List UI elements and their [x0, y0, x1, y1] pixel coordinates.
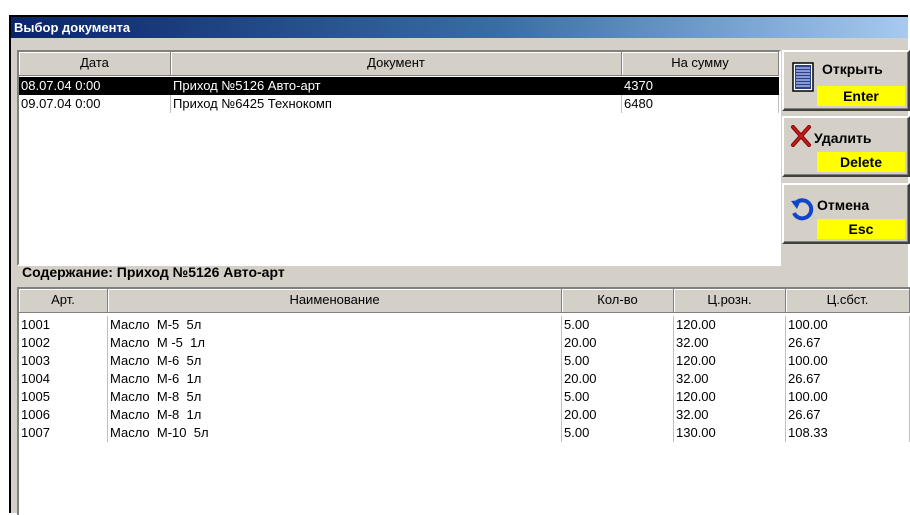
contents-header: Арт. Наименование Кол-во Ц.розн. Ц.сбст.	[19, 289, 910, 313]
cancel-button-label: Отмена	[817, 197, 870, 213]
documents-rows: 08.07.04 0:00 Приход №5126 Авто-арт 4370…	[19, 77, 779, 113]
item-art: 1007	[19, 424, 108, 442]
column-header-name[interactable]: Наименование	[108, 289, 562, 313]
item-retail: 32.00	[674, 370, 786, 388]
item-qty: 20.00	[562, 406, 674, 424]
item-qty: 5.00	[562, 352, 674, 370]
item-name: Масло М-6 5л	[108, 352, 562, 370]
item-cost: 26.67	[786, 406, 910, 424]
window-title: Выбор документа	[11, 17, 908, 38]
document-sum: 4370	[622, 77, 779, 95]
item-name: Масло М-5 5л	[108, 316, 562, 334]
open-button[interactable]: Открыть Enter	[782, 50, 910, 111]
item-retail: 120.00	[674, 388, 786, 406]
content-row[interactable]: 1003 Масло М-6 5л 5.00 120.00 100.00	[19, 352, 910, 370]
content-row[interactable]: 1006 Масло М-8 1л 20.00 32.00 26.67	[19, 406, 910, 424]
item-qty: 20.00	[562, 334, 674, 352]
item-name: Масло М-6 1л	[108, 370, 562, 388]
delete-button[interactable]: Удалить Delete	[782, 116, 910, 177]
delete-button-label: Удалить	[814, 130, 872, 146]
contents-label: Содержание: Приход №5126 Авто-арт	[22, 264, 285, 280]
item-art: 1002	[19, 334, 108, 352]
item-retail: 130.00	[674, 424, 786, 442]
column-header-sum[interactable]: На сумму	[622, 52, 779, 76]
item-cost: 26.67	[786, 334, 910, 352]
item-cost: 26.67	[786, 370, 910, 388]
documents-header: Дата Документ На сумму	[19, 52, 779, 76]
document-name: Приход №5126 Авто-арт	[171, 77, 622, 95]
item-qty: 5.00	[562, 388, 674, 406]
document-date: 08.07.04 0:00	[19, 77, 171, 95]
item-art: 1005	[19, 388, 108, 406]
open-shortcut-key: Enter	[817, 86, 905, 106]
document-list-icon	[792, 62, 814, 95]
item-qty: 5.00	[562, 424, 674, 442]
contents-rows: 1001 Масло М-5 5л 5.00 120.00 100.00 100…	[19, 316, 910, 442]
column-header-document[interactable]: Документ	[171, 52, 622, 76]
undo-arrow-icon	[789, 197, 815, 226]
document-sum: 6480	[622, 95, 779, 113]
content-row[interactable]: 1005 Масло М-8 5л 5.00 120.00 100.00	[19, 388, 910, 406]
documents-grid[interactable]: Дата Документ На сумму 08.07.04 0:00 При…	[17, 50, 781, 266]
item-retail: 120.00	[674, 352, 786, 370]
cancel-shortcut-key: Esc	[817, 219, 905, 239]
item-name: Масло М-8 5л	[108, 388, 562, 406]
item-art: 1001	[19, 316, 108, 334]
document-select-window: Выбор документа Дата Документ На сумму 0…	[9, 15, 910, 515]
item-name: Масло М -5 1л	[108, 334, 562, 352]
item-retail: 32.00	[674, 334, 786, 352]
item-art: 1003	[19, 352, 108, 370]
item-cost: 100.00	[786, 316, 910, 334]
content-row[interactable]: 1001 Масло М-5 5л 5.00 120.00 100.00	[19, 316, 910, 334]
item-qty: 5.00	[562, 316, 674, 334]
column-header-cost[interactable]: Ц.сбст.	[786, 289, 910, 313]
content-row[interactable]: 1002 Масло М -5 1л 20.00 32.00 26.67	[19, 334, 910, 352]
cancel-button[interactable]: Отмена Esc	[782, 183, 910, 244]
document-date: 09.07.04 0:00	[19, 95, 171, 113]
item-cost: 108.33	[786, 424, 910, 442]
delete-shortcut-key: Delete	[817, 152, 905, 172]
content-row[interactable]: 1007 Масло М-10 5л 5.00 130.00 108.33	[19, 424, 910, 442]
item-name: Масло М-10 5л	[108, 424, 562, 442]
red-x-icon	[790, 125, 812, 150]
item-art: 1004	[19, 370, 108, 388]
column-header-qty[interactable]: Кол-во	[562, 289, 674, 313]
open-button-label: Открыть	[822, 61, 883, 77]
document-name: Приход №6425 Технокомп	[171, 95, 622, 113]
column-header-art[interactable]: Арт.	[19, 289, 108, 313]
content-row[interactable]: 1004 Масло М-6 1л 20.00 32.00 26.67	[19, 370, 910, 388]
item-retail: 120.00	[674, 316, 786, 334]
contents-grid[interactable]: Арт. Наименование Кол-во Ц.розн. Ц.сбст.…	[17, 287, 910, 515]
item-name: Масло М-8 1л	[108, 406, 562, 424]
document-row[interactable]: 08.07.04 0:00 Приход №5126 Авто-арт 4370	[19, 77, 779, 95]
item-art: 1006	[19, 406, 108, 424]
document-row[interactable]: 09.07.04 0:00 Приход №6425 Технокомп 648…	[19, 95, 779, 113]
column-header-date[interactable]: Дата	[19, 52, 171, 76]
item-cost: 100.00	[786, 352, 910, 370]
item-retail: 32.00	[674, 406, 786, 424]
item-cost: 100.00	[786, 388, 910, 406]
item-qty: 20.00	[562, 370, 674, 388]
column-header-retail[interactable]: Ц.розн.	[674, 289, 786, 313]
